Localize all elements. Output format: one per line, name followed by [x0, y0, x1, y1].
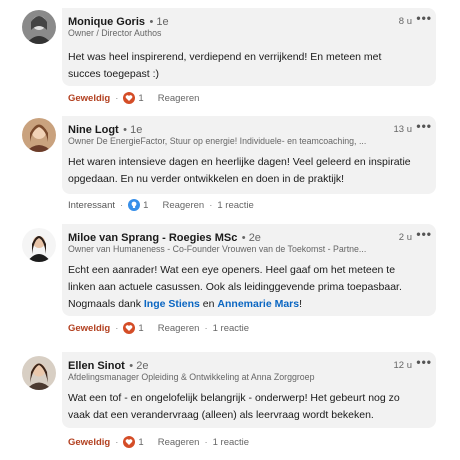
more-options-icon[interactable]: ••• [416, 356, 432, 368]
reaction-count[interactable]: 1 [143, 200, 148, 211]
comment-actions: Interessant · 1 Reageren · 1 reactie [68, 199, 254, 211]
commenter-name[interactable]: Monique Goris [68, 16, 145, 28]
reply-button[interactable]: Reageren [158, 323, 200, 334]
reaction-count[interactable]: 1 [138, 323, 143, 334]
reaction-button[interactable]: Interessant [68, 200, 115, 211]
reply-count[interactable]: 1 reactie [217, 200, 253, 211]
avatar[interactable] [22, 356, 56, 390]
reaction-button[interactable]: Geweldig [68, 93, 110, 104]
connection-degree: • 1e [123, 124, 143, 136]
commenter-headline: Afdelingsmanager Opleiding & Ontwikkelin… [68, 372, 315, 382]
mention-link[interactable]: Inge Stiens [144, 298, 200, 310]
reaction-count[interactable]: 1 [138, 93, 143, 104]
comment-bubble: Ellen Sinot • 2e Afdelingsmanager Opleid… [62, 352, 436, 428]
avatar[interactable] [22, 10, 56, 44]
avatar[interactable] [22, 228, 56, 262]
commenter-headline: Owner / Director Authos [68, 28, 162, 38]
connection-degree: • 2e [241, 232, 261, 244]
comment-miloe-van-sprang: Miloe van Sprang - Roegies MSc • 2e Owne… [0, 224, 460, 340]
comment-actions: Geweldig · 1 Reageren · 1 reactie [68, 436, 250, 448]
heart-icon [123, 92, 136, 104]
comment-nine-logt: Nine Logt • 1e Owner De EnergieFactor, S… [0, 114, 460, 214]
reply-button[interactable]: Reageren [158, 93, 200, 104]
reaction-count[interactable]: 1 [138, 437, 143, 448]
comment-time: 12 u [393, 360, 413, 371]
comment-text: Wat een tof - en ongelofelijk belangrijk… [68, 392, 400, 421]
commenter-name[interactable]: Nine Logt [68, 124, 119, 136]
comment-time: 13 u [393, 124, 413, 135]
comment-actions: Geweldig · 1 Reageren [68, 92, 200, 104]
comment-time: 8 u [398, 16, 412, 27]
commenter-name[interactable]: Ellen Sinot [68, 360, 125, 372]
comment-text: Het was heel inspirerend, verdiepend en … [68, 51, 382, 80]
comment-text: Echt een aanrader! Wat een eye openers. … [68, 264, 402, 310]
reaction-button[interactable]: Geweldig [68, 437, 110, 448]
reply-count[interactable]: 1 reactie [213, 437, 249, 448]
reply-button[interactable]: Reageren [158, 437, 200, 448]
mention-link[interactable]: Annemarie Mars [217, 298, 299, 310]
commenter-headline: Owner De EnergieFactor, Stuur op energie… [68, 136, 367, 146]
heart-icon [123, 322, 136, 334]
more-options-icon[interactable]: ••• [416, 120, 432, 132]
reply-count[interactable]: 1 reactie [213, 323, 249, 334]
connection-degree: • 1e [149, 16, 169, 28]
comment-bubble: Miloe van Sprang - Roegies MSc • 2e Owne… [62, 224, 436, 316]
comment-time: 2 u [398, 232, 412, 243]
comment-actions: Geweldig · 1 Reageren · 1 reactie [68, 322, 250, 334]
more-options-icon[interactable]: ••• [416, 228, 432, 240]
reaction-button[interactable]: Geweldig [68, 323, 110, 334]
comment-text: Het waren intensieve dagen en heerlijke … [68, 156, 411, 185]
comment-ellen-sinot: Ellen Sinot • 2e Afdelingsmanager Opleid… [0, 352, 460, 452]
comment-monique-goris: Monique Goris • 1e Owner / Director Auth… [0, 6, 460, 106]
lightbulb-icon [128, 199, 141, 211]
comment-bubble: Nine Logt • 1e Owner De EnergieFactor, S… [62, 116, 436, 194]
connection-degree: • 2e [129, 360, 149, 372]
avatar[interactable] [22, 118, 56, 152]
comment-bubble: Monique Goris • 1e Owner / Director Auth… [62, 8, 436, 86]
commenter-headline: Owner van Humaneness - Co-Founder Vrouwe… [68, 244, 367, 254]
more-options-icon[interactable]: ••• [416, 12, 432, 24]
heart-icon [123, 436, 136, 448]
reply-button[interactable]: Reageren [162, 200, 204, 211]
commenter-name[interactable]: Miloe van Sprang - Roegies MSc [68, 232, 237, 244]
